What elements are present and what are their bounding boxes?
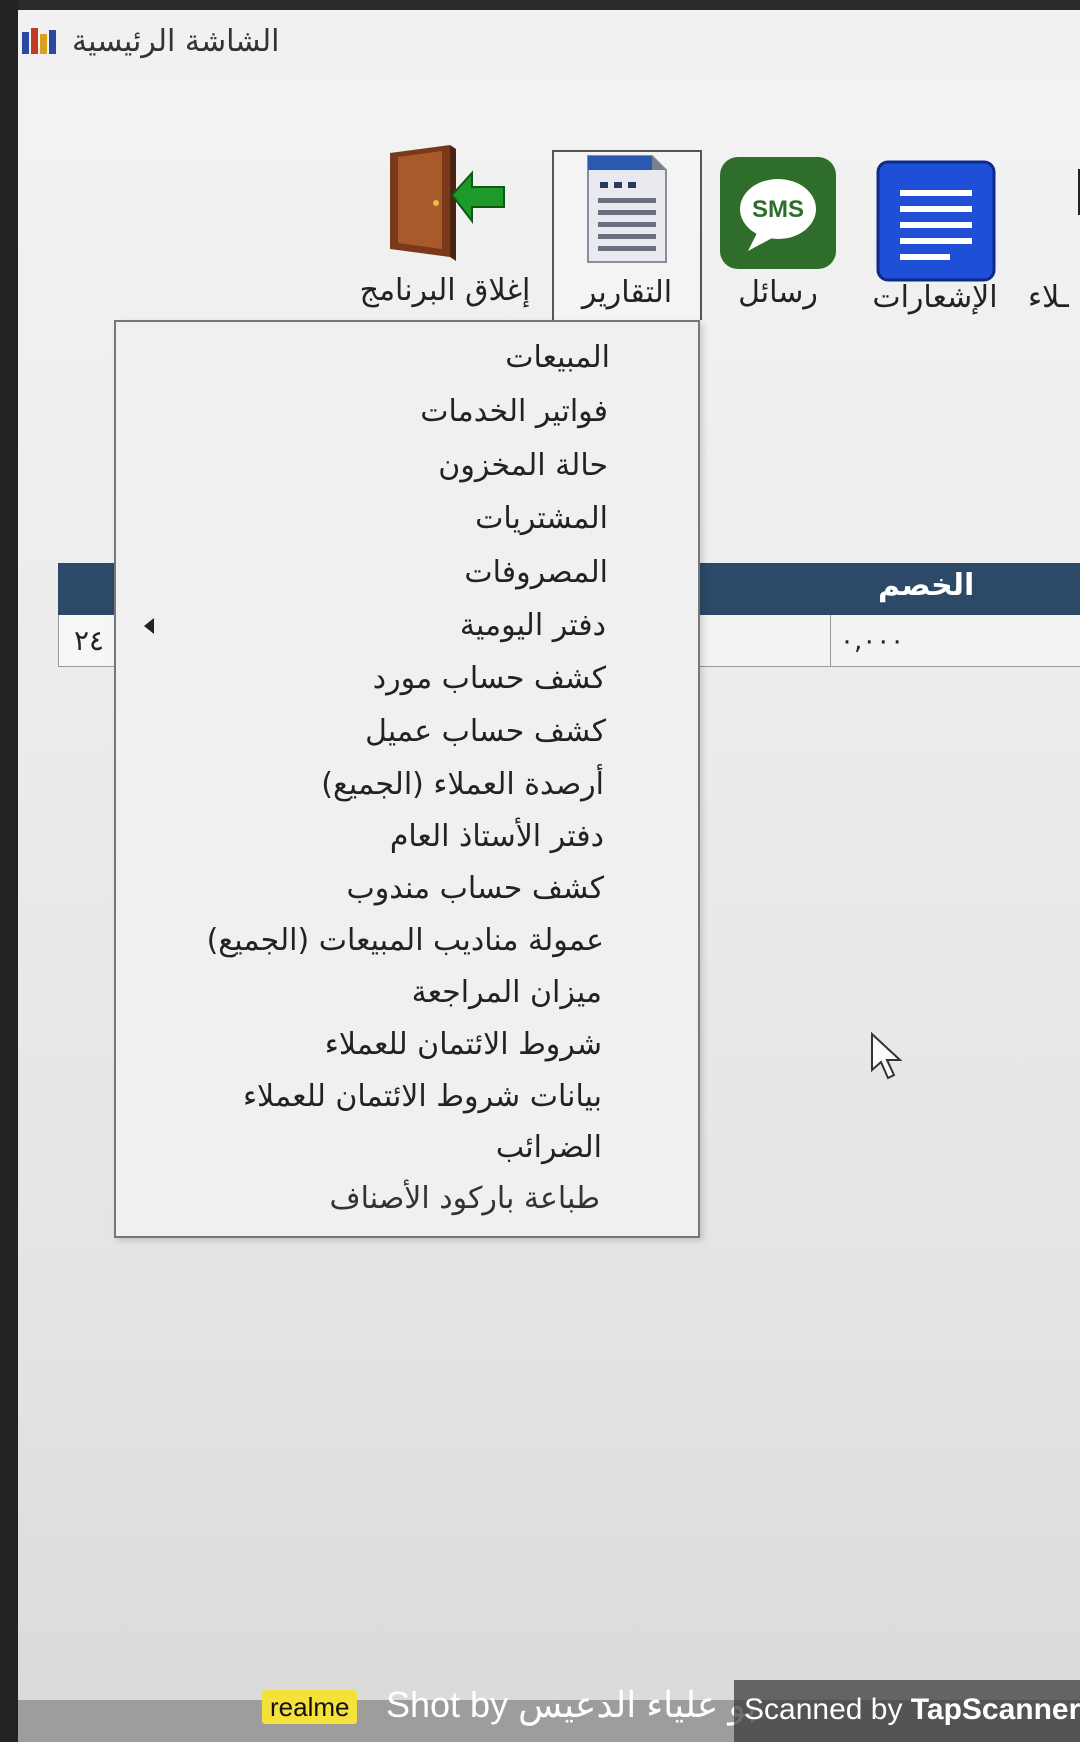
table-cell: ٢٤ — [74, 624, 105, 657]
reports-dropdown-menu: المبيعات فواتير الخدمات حالة المخزون الم… — [114, 320, 700, 1238]
menu-item-journal[interactable]: دفتر اليومية — [460, 602, 606, 650]
notice-list-icon — [876, 160, 996, 282]
app-window: الشاشة الرئيسية إغلاق البرنامج التقارير — [0, 0, 1080, 1742]
menu-item-service-invoices[interactable]: فواتير الخدمات — [420, 388, 608, 436]
messages-label: رسائل — [738, 275, 818, 310]
reports-label: التقارير — [581, 275, 673, 310]
menu-item-sales-rep-commission[interactable]: عمولة مناديب المبيعات (الجميع) — [207, 917, 604, 965]
customers-button[interactable]: ـلاء — [1028, 145, 1080, 320]
menu-item-taxes[interactable]: الضرائب — [496, 1124, 602, 1172]
sms-bubble-icon: SMS — [720, 157, 836, 269]
menu-item-expenses[interactable]: المصروفات — [464, 549, 608, 597]
scanner-watermark: Scanned by TapScanner — [744, 1693, 1080, 1727]
menu-item-purchases[interactable]: المشتريات — [475, 495, 608, 543]
app-logo-icon — [22, 28, 56, 54]
menu-item-trial-balance[interactable]: ميزان المراجعة — [412, 969, 602, 1017]
mouse-cursor-icon — [871, 1032, 903, 1080]
menu-item-rep-statement[interactable]: كشف حساب مندوب — [347, 865, 604, 913]
submenu-arrow-icon — [144, 618, 154, 634]
customers-label: ـلاء — [1028, 280, 1069, 315]
shot-by-caption: Shot by بو علياء الدعيس — [386, 1684, 757, 1725]
scanner-name: TapScanner — [910, 1693, 1080, 1726]
window-title: الشاشة الرئيسية — [72, 24, 280, 59]
menu-item-customer-balances[interactable]: أرصدة العملاء (الجميع) — [321, 761, 604, 809]
column-header-discount[interactable]: الخصم — [878, 568, 974, 603]
reports-button[interactable]: التقارير — [552, 150, 702, 320]
menu-item-credit-terms-data[interactable]: بيانات شروط الائتمان للعملاء — [243, 1073, 602, 1121]
scanned-by-text: Scanned by — [744, 1693, 903, 1726]
table-header — [58, 563, 118, 615]
menu-item-customer-statement[interactable]: كشف حساب عميل — [365, 708, 606, 756]
menu-item-supplier-statement[interactable]: كشف حساب مورد — [373, 655, 606, 703]
messages-button[interactable]: SMS رسائل — [708, 145, 848, 320]
close-program-label: إغلاق البرنامج — [359, 273, 531, 308]
menu-item-barcode-print[interactable]: طباعة باركود الأصناف — [330, 1175, 600, 1223]
column-divider — [830, 615, 831, 667]
camera-brand-badge: realme — [262, 1690, 358, 1724]
close-program-button[interactable]: إغلاق البرنامج — [340, 145, 550, 320]
notices-label: الإشعارات — [872, 280, 998, 315]
document-icon — [587, 155, 667, 263]
sms-badge-text: SMS — [752, 196, 804, 223]
table-cell-discount: ٠,٠٠٠ — [840, 626, 905, 656]
menu-item-general-ledger[interactable]: دفتر الأستاذ العام — [390, 813, 604, 861]
menu-item-credit-terms[interactable]: شروط الائتمان للعملاء — [325, 1021, 602, 1069]
menu-item-sales[interactable]: المبيعات — [505, 334, 610, 382]
title-bar: الشاشة الرئيسية — [18, 0, 1080, 82]
notices-button[interactable]: الإشعارات — [860, 145, 1010, 320]
exit-door-icon — [390, 145, 505, 261]
menu-item-inventory-status[interactable]: حالة المخزون — [438, 442, 608, 490]
